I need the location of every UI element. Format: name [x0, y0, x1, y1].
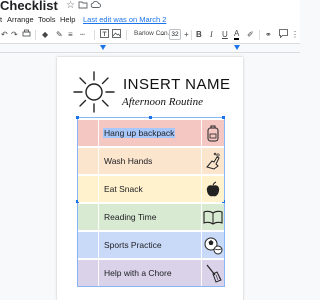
sports-balls-icon — [204, 237, 223, 255]
docs-app: Checklist ☆ t Arrange Tools Help Last ed… — [0, 0, 300, 300]
border-weight-icon[interactable]: ≡ — [68, 29, 73, 41]
highlight-icon[interactable]: ✐ — [247, 29, 254, 41]
resize-handle[interactable] — [76, 116, 79, 119]
left-indent-marker[interactable] — [100, 45, 106, 50]
row-divider — [201, 204, 202, 230]
table-row[interactable]: Hang up backpack — [78, 120, 224, 146]
row-divider — [201, 148, 202, 174]
print-icon[interactable] — [22, 29, 31, 42]
toolbar-separator — [94, 30, 95, 40]
apple-icon — [206, 181, 220, 197]
routine-subtitle[interactable]: Afternoon Routine — [122, 96, 203, 108]
toolbar: ↶ ↷ ◆ ✎ ≡ ┄ Barlow Con... − 32 + B I U A… — [0, 26, 300, 44]
row-label[interactable]: Reading Time — [104, 212, 156, 222]
table-row[interactable]: Wash Hands — [78, 148, 224, 174]
table-row[interactable]: Help with a Chore — [78, 260, 224, 286]
backpack-icon — [207, 125, 219, 142]
more-icon[interactable]: ⋮ — [291, 29, 299, 41]
row-divider — [98, 176, 99, 202]
border-dash-icon[interactable]: ┄ — [80, 29, 85, 41]
folder-icon[interactable] — [78, 0, 88, 12]
star-icon[interactable]: ☆ — [66, 0, 75, 11]
right-indent-marker[interactable] — [234, 45, 240, 50]
document-title[interactable]: Checklist — [0, 0, 58, 13]
row-divider — [98, 148, 99, 174]
ruler — [0, 44, 300, 53]
row-label[interactable]: Wash Hands — [104, 156, 152, 166]
font-size-input[interactable]: 32 — [169, 29, 181, 40]
row-label[interactable]: Hang up backpack — [103, 128, 176, 138]
font-size-decrease-button[interactable]: − — [160, 29, 165, 41]
font-family-select[interactable]: Barlow Con... — [134, 30, 173, 37]
row-divider — [201, 120, 202, 146]
bold-button[interactable]: B — [196, 29, 202, 41]
row-label[interactable]: Sports Practice — [104, 240, 162, 250]
italic-button[interactable]: I — [210, 29, 213, 41]
toolbar-separator — [259, 30, 260, 40]
row-divider — [98, 260, 99, 286]
routine-table[interactable]: Hang up backpack Wash Hands Eat Snack Re… — [76, 116, 225, 287]
open-book-icon — [203, 210, 223, 225]
image-icon[interactable] — [112, 29, 121, 42]
menu-bar: t Arrange Tools Help Last edit was on Ma… — [0, 13, 300, 26]
cloud-icon[interactable] — [90, 0, 101, 12]
menu-help[interactable]: Help — [60, 15, 75, 24]
toolbar-separator — [191, 30, 192, 40]
row-divider — [201, 232, 202, 258]
row-divider — [201, 176, 202, 202]
resize-handle[interactable] — [149, 116, 152, 119]
link-icon[interactable]: ⚭ — [265, 29, 272, 41]
border-color-icon[interactable]: ✎ — [56, 29, 63, 41]
resize-handle[interactable] — [222, 116, 225, 119]
menu-arrange[interactable]: Arrange — [7, 15, 34, 24]
undo-icon[interactable]: ↶ — [1, 29, 8, 41]
row-divider — [201, 260, 202, 286]
fill-color-icon[interactable]: ◆ — [42, 29, 48, 41]
table-row[interactable]: Eat Snack — [78, 176, 224, 202]
row-divider — [98, 120, 99, 146]
menu-tools[interactable]: Tools — [38, 15, 56, 24]
text-box-icon[interactable] — [100, 29, 109, 42]
toolbar-separator — [126, 30, 127, 40]
row-label[interactable]: Eat Snack — [104, 184, 143, 194]
broom-icon — [206, 264, 222, 283]
title-bar: Checklist ☆ — [0, 0, 300, 13]
redo-icon[interactable]: ↷ — [11, 29, 18, 41]
hand-washing-icon — [206, 152, 220, 170]
underline-button[interactable]: U — [222, 29, 228, 41]
row-label[interactable]: Help with a Chore — [104, 268, 172, 278]
name-heading[interactable]: INSERT NAME — [123, 76, 230, 93]
comment-icon[interactable] — [279, 29, 288, 42]
row-divider — [98, 232, 99, 258]
row-divider — [98, 204, 99, 230]
menu-insert[interactable]: t — [0, 15, 2, 24]
font-size-increase-button[interactable]: + — [184, 29, 189, 41]
last-edit-link[interactable]: Last edit was on March 2 — [83, 15, 166, 24]
table-row[interactable]: Sports Practice — [78, 232, 224, 258]
toolbar-separator — [35, 30, 36, 40]
text-color-button[interactable]: A — [234, 29, 240, 40]
table-row[interactable]: Reading Time — [78, 204, 224, 230]
sun-icon — [73, 71, 115, 113]
